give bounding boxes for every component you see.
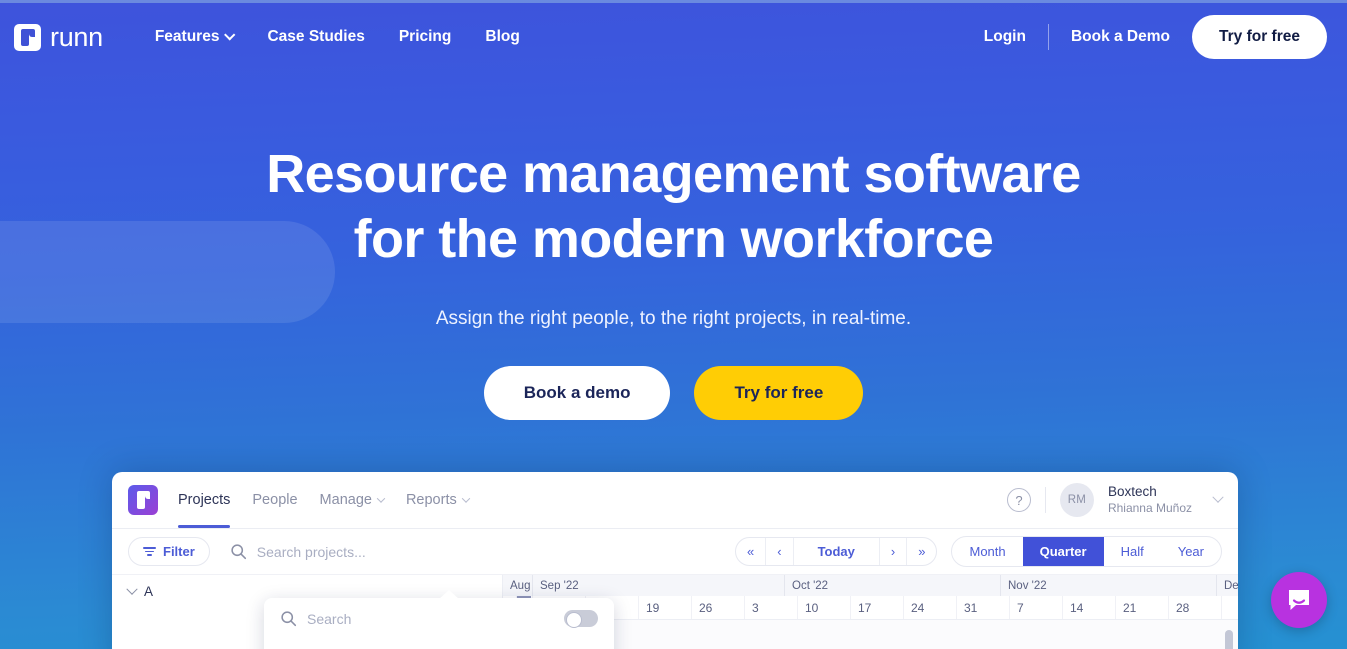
chat-launcher-button[interactable]: [1271, 572, 1327, 628]
nav-item-features[interactable]: Features: [154, 28, 236, 46]
app-header-actions: ? RM Boxtech Rhianna Muñoz: [1006, 483, 1224, 517]
book-demo-link[interactable]: Book a Demo: [1071, 28, 1170, 46]
timeline-day[interactable]: 7: [1010, 596, 1063, 619]
date-navigation-group: « ‹ Today › »: [735, 537, 938, 566]
chevron-down-icon: [126, 583, 138, 595]
login-link[interactable]: Login: [984, 28, 1026, 46]
vertical-scrollbar-thumb[interactable]: [1225, 630, 1233, 649]
popover-search-row: [264, 598, 614, 639]
timeline-month-header: Aug ' Sep '22 Oct '22 Nov '22 De: [503, 575, 1238, 596]
chevron-down-icon[interactable]: [1212, 491, 1224, 503]
tab-projects[interactable]: Projects: [178, 472, 231, 528]
timeline-day[interactable]: 24: [904, 596, 957, 619]
chevron-down-icon: [461, 494, 470, 503]
runn-logo-icon: [14, 23, 41, 51]
help-icon[interactable]: ?: [1006, 488, 1031, 512]
timeline-day[interactable]: 14: [1063, 596, 1116, 619]
timeline-day[interactable]: 3: [745, 596, 798, 619]
step-forward-button[interactable]: ›: [880, 538, 908, 565]
timeline-month: Sep '22: [533, 575, 785, 596]
popover-toggle-switch[interactable]: [564, 610, 598, 628]
tab-reports-label: Reports: [405, 492, 457, 508]
primary-nav: Features Case Studies Pricing Blog: [155, 28, 520, 46]
tab-people-label: People: [252, 492, 298, 508]
jump-forward-button[interactable]: »: [907, 538, 936, 565]
timeline-month: Nov '22: [1001, 575, 1217, 596]
zoom-quarter-button[interactable]: Quarter: [1022, 537, 1104, 566]
group-row-label: A: [144, 584, 154, 599]
timeline-month: Oct '22: [785, 575, 1001, 596]
app-header: Projects People Manage Reports ? RM Boxt…: [112, 472, 1238, 529]
timeline-day[interactable]: 17: [851, 596, 904, 619]
account-info[interactable]: Boxtech Rhianna Muñoz: [1108, 484, 1192, 516]
timeline-day[interactable]: 26: [692, 596, 745, 619]
filter-button-label: Filter: [163, 544, 195, 559]
nav-item-blog[interactable]: Blog: [485, 28, 519, 46]
timeline-day[interactable]: 28: [1169, 596, 1222, 619]
brand-logo[interactable]: runn: [14, 22, 103, 53]
zoom-month-button[interactable]: Month: [952, 537, 1022, 566]
hero-cta-group: Book a demo Try for free: [0, 365, 1347, 420]
search-input[interactable]: [256, 543, 517, 560]
app-primary-nav: Projects People Manage Reports: [178, 472, 470, 528]
tab-reports[interactable]: Reports: [405, 472, 470, 528]
today-button[interactable]: Today: [794, 538, 880, 565]
tab-manage[interactable]: Manage: [319, 472, 386, 528]
popover-search-input[interactable]: [307, 610, 554, 627]
try-for-free-cta-button[interactable]: Try for free: [694, 365, 864, 420]
app-toolbar-primary: Filter « ‹ Today › » Month Quarter Half …: [112, 529, 1238, 575]
site-navbar: runn Features Case Studies Pricing Blog …: [0, 0, 1347, 74]
filter-icon: [143, 546, 156, 557]
timeline-month: Aug ': [503, 575, 533, 596]
timeline-day[interactable]: 10: [798, 596, 851, 619]
hero-subtitle: Assign the right people, to the right pr…: [435, 307, 912, 329]
nav-item-features-label: Features: [154, 28, 220, 45]
chat-bubble-icon: [1289, 590, 1309, 610]
book-a-demo-button[interactable]: Book a demo: [483, 365, 671, 420]
toolbar-right-controls: « ‹ Today › » Month Quarter Half Year: [735, 536, 1222, 567]
timeline-month: De: [1217, 575, 1238, 596]
app-logo-icon[interactable]: [128, 485, 158, 515]
zoom-level-group: Month Quarter Half Year: [951, 536, 1222, 567]
search-icon: [281, 611, 297, 627]
tab-projects-label: Projects: [178, 492, 231, 508]
header-divider: [1044, 487, 1046, 513]
chevron-down-icon: [224, 29, 236, 41]
filter-button[interactable]: Filter: [128, 537, 210, 566]
tab-manage-label: Manage: [319, 492, 372, 508]
timeline-day[interactable]: 31: [957, 596, 1010, 619]
product-screenshot-card: Projects People Manage Reports ? RM Boxt…: [112, 472, 1238, 649]
jump-back-button[interactable]: «: [736, 538, 767, 565]
zoom-year-button[interactable]: Year: [1161, 537, 1221, 566]
tab-people[interactable]: People: [252, 472, 297, 528]
avatar[interactable]: RM: [1059, 483, 1094, 517]
nav-item-pricing[interactable]: Pricing: [399, 28, 452, 46]
search-icon: [231, 544, 246, 560]
brand-name: runn: [50, 21, 103, 52]
step-back-button[interactable]: ‹: [766, 538, 794, 565]
hero-title-line-1: Resource management software: [266, 144, 1081, 204]
timeline-day[interactable]: 19: [639, 596, 692, 619]
nav-item-case-studies[interactable]: Case Studies: [267, 28, 364, 46]
search-area: [230, 543, 517, 560]
chevron-down-icon: [376, 494, 386, 503]
hero-section: Resource management software for the mod…: [0, 74, 1347, 420]
zoom-half-button[interactable]: Half: [1104, 537, 1161, 566]
navbar-actions: Login Book a Demo Try for free: [984, 15, 1327, 59]
navbar-divider: [1047, 24, 1049, 50]
tentative-dropdown-popover: [264, 590, 614, 649]
hero-title-line-2: for the modern workforce: [353, 208, 994, 269]
page-title: Resource management software for the mod…: [0, 74, 1347, 272]
try-for-free-button[interactable]: Try for free: [1192, 15, 1327, 59]
timeline-day[interactable]: 21: [1116, 596, 1169, 619]
account-user-name: Rhianna Muñoz: [1107, 500, 1192, 515]
account-org-name: Boxtech: [1107, 484, 1157, 500]
